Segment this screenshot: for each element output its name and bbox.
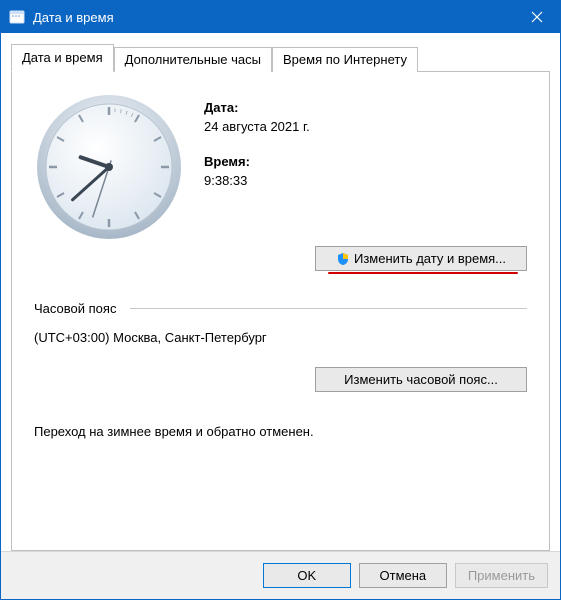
time-value: 9:38:33: [204, 173, 310, 188]
close-icon: [531, 11, 543, 23]
window-title: Дата и время: [33, 10, 514, 25]
dst-note: Переход на зимнее время и обратно отмене…: [34, 424, 527, 439]
close-button[interactable]: [514, 1, 560, 33]
time-label: Время:: [204, 154, 310, 169]
tab-datetime[interactable]: Дата и время: [11, 44, 114, 72]
tab-additional-clocks[interactable]: Дополнительные часы: [114, 47, 272, 72]
dialog-button-bar: OK Отмена Применить: [1, 551, 560, 599]
date-label: Дата:: [204, 100, 310, 115]
cancel-button[interactable]: Отмена: [359, 563, 447, 588]
timezone-divider: [130, 308, 527, 309]
change-date-time-button[interactable]: Изменить дату и время...: [315, 246, 527, 271]
tabpanel-datetime: Дата: 24 августа 2021 г. Время: 9:38:33: [11, 71, 550, 551]
change-timezone-button[interactable]: Изменить часовой пояс...: [315, 367, 527, 392]
ok-button[interactable]: OK: [263, 563, 351, 588]
app-icon: [9, 9, 25, 25]
content-area: Дата и время Дополнительные часы Время п…: [1, 33, 560, 551]
change-date-time-label: Изменить дату и время...: [354, 251, 506, 266]
date-value: 24 августа 2021 г.: [204, 119, 310, 134]
change-timezone-label: Изменить часовой пояс...: [344, 372, 498, 387]
tab-internet-time[interactable]: Время по Интернету: [272, 47, 418, 72]
analog-clock: [34, 92, 184, 242]
shield-icon: [336, 252, 350, 266]
titlebar: Дата и время: [1, 1, 560, 33]
timezone-value: (UTC+03:00) Москва, Санкт-Петербург: [34, 330, 527, 345]
apply-button: Применить: [455, 563, 548, 588]
timezone-label: Часовой пояс: [34, 301, 116, 316]
tabstrip: Дата и время Дополнительные часы Время п…: [11, 43, 550, 71]
